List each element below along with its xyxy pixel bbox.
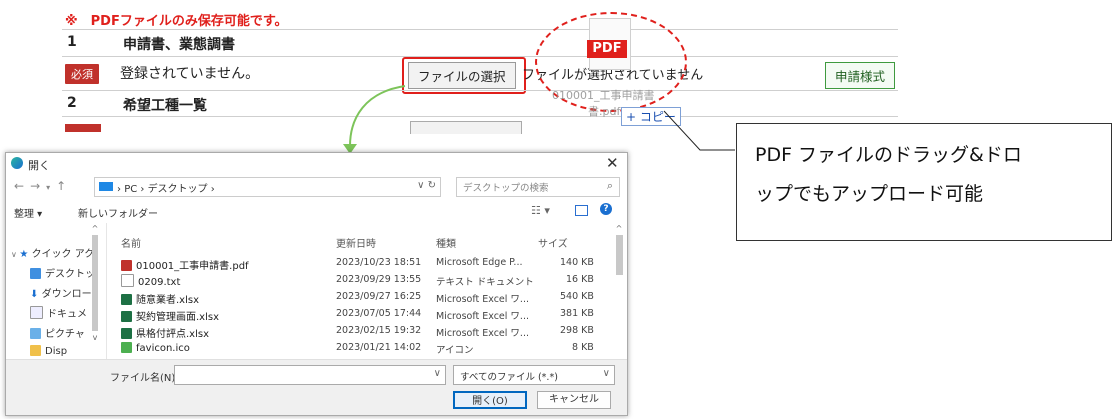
list-item[interactable]: 県格付評点.xlsx 2023/02/15 19:32 Microsoft Ex… bbox=[116, 325, 616, 342]
nav-item-desktop[interactable]: デスクトッ bbox=[30, 265, 95, 280]
cancel-button[interactable]: キャンセル bbox=[537, 391, 611, 409]
pc-folder-icon bbox=[99, 182, 113, 191]
nav-item-pictures[interactable]: ピクチャ bbox=[30, 325, 85, 340]
recent-icon: ▾ bbox=[46, 183, 57, 192]
flow-arrow bbox=[349, 85, 406, 147]
excel-icon bbox=[121, 311, 132, 322]
back-icon: ← bbox=[14, 179, 31, 193]
up-icon: ↑ bbox=[56, 179, 73, 193]
column-type[interactable]: 種類 bbox=[436, 235, 456, 250]
close-icon[interactable]: ✕ bbox=[606, 154, 619, 172]
excel-icon bbox=[121, 294, 132, 305]
ico-icon bbox=[121, 342, 132, 353]
chevron-down-icon: ∨ ↻ bbox=[417, 180, 436, 191]
chevron-down-icon: ∨ bbox=[602, 368, 610, 379]
breadcrumb-desktop: デスクトップ bbox=[147, 184, 208, 195]
filetype-select[interactable]: すべてのファイル (*.*) ∨ bbox=[453, 365, 615, 385]
list-item[interactable]: 0209.txt 2023/09/29 13:55 テキスト ドキュメント 16… bbox=[116, 274, 616, 291]
help-icon[interactable]: ? bbox=[600, 203, 612, 215]
nav-item-documents[interactable]: ドキュメ bbox=[30, 305, 87, 320]
forward-icon: → bbox=[30, 179, 47, 193]
list-item[interactable]: 契約管理画面.xlsx 2023/07/05 17:44 Microsoft E… bbox=[116, 308, 616, 325]
nav-arrows[interactable]: ←→▾↑ bbox=[14, 179, 72, 193]
open-file-dialog: 開く ✕ ←→▾↑ › PC › デスクトップ › ∨ ↻ デスクトップの検索 … bbox=[5, 152, 628, 416]
file-list: 010001_工事申請書.pdf 2023/10/23 18:51 Micros… bbox=[116, 257, 616, 359]
filename-input[interactable]: ∨ bbox=[174, 365, 446, 385]
breadcrumb-pc: PC bbox=[124, 184, 138, 195]
column-date[interactable]: 更新日時 bbox=[336, 235, 376, 250]
search-icon: ⌕ bbox=[606, 179, 613, 192]
dialog-title: 開く bbox=[28, 159, 50, 172]
nav-item-downloads[interactable]: ⬇ ダウンロー bbox=[30, 285, 92, 300]
open-button[interactable]: 開く(O) bbox=[453, 391, 527, 409]
column-name[interactable]: 名前 bbox=[121, 235, 141, 250]
address-bar[interactable]: › PC › デスクトップ › ∨ ↻ bbox=[94, 177, 441, 197]
view-icon[interactable]: ☷ ▾ bbox=[531, 204, 550, 217]
callout-line: ップでもアップロード可能 bbox=[755, 183, 984, 205]
preview-pane-icon[interactable] bbox=[575, 205, 588, 216]
callout-line: PDF ファイルのドラッグ&ドロ bbox=[755, 144, 1022, 166]
text-file-icon bbox=[121, 274, 134, 287]
excel-icon bbox=[121, 328, 132, 339]
callout-pointer bbox=[663, 110, 735, 151]
callout-box: PDF ファイルのドラッグ&ドロ ップでもアップロード可能 bbox=[736, 123, 1112, 241]
list-item[interactable]: favicon.ico 2023/01/21 14:02 アイコン 8 KB bbox=[116, 342, 616, 359]
edge-icon bbox=[11, 157, 23, 169]
list-item[interactable]: 随意業者.xlsx 2023/09/27 16:25 Microsoft Exc… bbox=[116, 291, 616, 308]
list-scrollbar[interactable]: ^ bbox=[614, 224, 624, 356]
column-size[interactable]: サイズ bbox=[538, 235, 568, 250]
nav-item-disp[interactable]: Disp bbox=[30, 345, 67, 357]
organize-menu[interactable]: 整理 ▾ bbox=[14, 205, 42, 220]
nav-item-quick-access[interactable]: ∨ ★ クイック アク bbox=[11, 245, 94, 260]
nav-scrollbar[interactable]: ^ v bbox=[90, 224, 100, 356]
list-item[interactable]: 010001_工事申請書.pdf 2023/10/23 18:51 Micros… bbox=[116, 257, 616, 274]
search-input[interactable]: デスクトップの検索 ⌕ bbox=[456, 177, 620, 197]
pdf-icon bbox=[121, 260, 132, 271]
filename-label: ファイル名(N): bbox=[110, 373, 179, 384]
chevron-down-icon: ∨ bbox=[433, 368, 441, 379]
new-folder-button[interactable]: 新しいフォルダー bbox=[78, 205, 158, 220]
